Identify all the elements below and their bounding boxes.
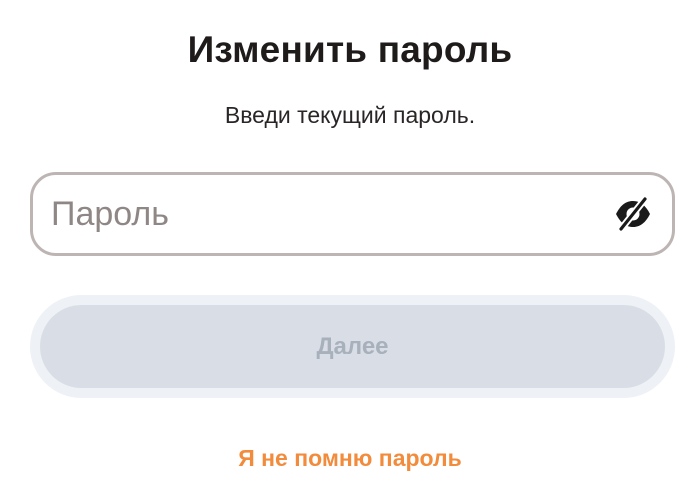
forgot-password-link[interactable]: Я не помню пароль [0, 442, 700, 474]
next-button-container: Далее [30, 295, 675, 398]
next-button[interactable]: Далее [40, 305, 665, 388]
password-field[interactable] [30, 172, 675, 256]
password-input[interactable] [51, 175, 591, 253]
page-title: Изменить пароль [187, 29, 513, 70]
eye-off-icon[interactable] [614, 195, 652, 233]
page-subtitle: Введи текущий пароль. [224, 102, 476, 128]
